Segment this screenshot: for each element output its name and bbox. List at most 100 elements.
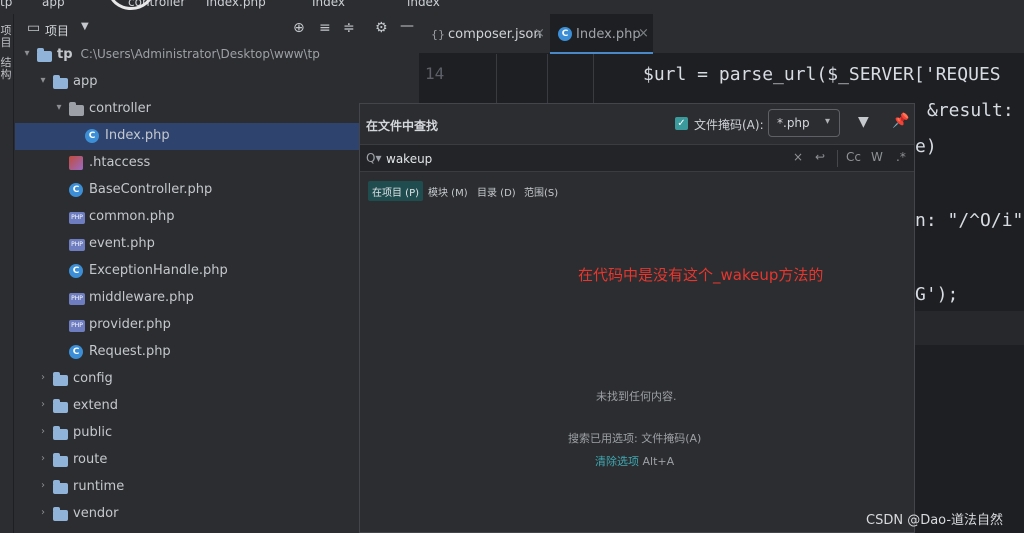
tree-item-name: app xyxy=(73,74,98,89)
expand-all-icon[interactable]: ≡ xyxy=(319,20,331,36)
file-mask-value: *.php xyxy=(777,116,810,130)
separator xyxy=(837,150,838,167)
code-fragment: n: "/^O/i", xyxy=(915,210,1024,231)
chevron-down-icon[interactable]: ▼ xyxy=(81,21,89,32)
breadcrumb-item[interactable]: index xyxy=(407,0,440,9)
tree-item-name: ExceptionHandle.php xyxy=(89,263,228,278)
tree-item-name: vendor xyxy=(73,506,119,521)
tree-item-name: extend xyxy=(73,398,119,413)
chevron-down-icon: ▾ xyxy=(825,116,831,127)
gear-icon[interactable]: ⚙ xyxy=(375,20,388,36)
project-path: C:\Users\Administrator\Desktop\www\tp xyxy=(80,47,320,61)
project-panel-icon: ▭ xyxy=(27,20,41,36)
folder-icon xyxy=(53,507,68,521)
chevron-icon[interactable]: › xyxy=(37,372,49,383)
search-field-row: Q▾ × ↩ Cc W .* xyxy=(360,144,914,172)
structure-tool-label[interactable]: 构 xyxy=(0,66,12,82)
code-fragment: G'); xyxy=(915,284,959,305)
clear-search-icon[interactable]: × xyxy=(793,150,803,164)
tree-item-name: common.php xyxy=(89,209,175,224)
folder-icon xyxy=(53,480,68,494)
current-line-highlight xyxy=(915,311,1024,345)
chevron-icon[interactable]: ▾ xyxy=(37,75,49,86)
chevron-icon[interactable]: › xyxy=(37,426,49,437)
folder-icon xyxy=(53,399,68,413)
filter-icon[interactable]: ▼ xyxy=(858,114,869,130)
tree-label: BaseController.php xyxy=(89,182,212,197)
file-mask-checkbox[interactable]: ✓ xyxy=(675,117,688,130)
hide-panel-icon[interactable]: — xyxy=(400,18,414,34)
chevron-icon[interactable]: › xyxy=(37,453,49,464)
tree-label: vendor xyxy=(73,506,118,521)
tree-row[interactable]: ▾ app xyxy=(15,69,419,96)
tree-item-name: Index.php xyxy=(105,128,170,143)
tab-close-icon[interactable]: × xyxy=(638,26,649,41)
project-panel-title[interactable]: 项目 xyxy=(45,22,69,39)
breadcrumb-item[interactable]: tp xyxy=(0,0,12,9)
tree-label: middleware.php xyxy=(89,290,194,305)
folder-icon xyxy=(37,48,52,62)
clear-options-link[interactable]: 清除选项 xyxy=(595,455,639,468)
breadcrumb-item[interactable]: Index xyxy=(312,0,345,9)
locate-file-icon[interactable]: ⊕ xyxy=(293,20,305,36)
tree-item-name: middleware.php xyxy=(89,290,194,305)
project-panel-header: ▭ 项目 ▼ ⊕ ≡ ≑ ⚙ — xyxy=(15,14,419,44)
breadcrumb: tp app controller Index.php Index index xyxy=(0,0,1024,14)
php-file-icon: PHP xyxy=(69,212,85,224)
tree-item-name: controller xyxy=(89,101,152,116)
regex-button[interactable]: .* xyxy=(896,150,906,164)
scope-tab-scope[interactable]: 范围(S) xyxy=(520,181,562,201)
pin-icon[interactable]: 📌 xyxy=(892,113,909,129)
tree-label: Index.php xyxy=(105,128,170,143)
tree-row[interactable]: ▾ tp C:\Users\Administrator\Desktop\www\tp xyxy=(15,42,419,69)
htaccess-file-icon xyxy=(69,156,83,170)
chevron-icon[interactable]: › xyxy=(37,480,49,491)
json-file-icon: {} xyxy=(431,28,445,41)
no-results-text: 未找到任何内容. xyxy=(596,390,677,403)
folder-icon xyxy=(53,426,68,440)
file-mask-label[interactable]: 文件掩码(A): xyxy=(694,116,764,133)
tree-item-name: event.php xyxy=(89,236,155,251)
search-icon[interactable]: Q▾ xyxy=(366,151,381,165)
code-fragment: e) xyxy=(915,136,937,157)
breadcrumb-item[interactable]: Index.php xyxy=(206,0,266,9)
tab-label: Index.php xyxy=(576,27,641,42)
tree-label: common.php xyxy=(89,209,175,224)
clear-options-shortcut: Alt+A xyxy=(642,455,675,468)
chevron-icon[interactable]: ▾ xyxy=(21,48,33,59)
search-input[interactable] xyxy=(386,149,726,169)
tree-label: config xyxy=(73,371,113,386)
newline-icon[interactable]: ↩ xyxy=(815,150,825,164)
chevron-icon[interactable]: ▾ xyxy=(53,102,65,113)
find-in-files-dialog: 在文件中查找 ✓ 文件掩码(A): *.php ▾ ▼ 📌 Q▾ × ↩ Cc … xyxy=(359,103,915,533)
line-number: 14 xyxy=(425,64,445,83)
tree-item-name: config xyxy=(73,371,113,386)
whole-words-button[interactable]: W xyxy=(871,150,883,164)
scope-tab-project[interactable]: 在项目 (P) xyxy=(368,181,424,201)
tab-composer-json[interactable]: {} composer.json × xyxy=(419,14,547,54)
tree-label: extend xyxy=(73,398,118,413)
project-tool-label[interactable]: 目 xyxy=(0,34,12,50)
chevron-icon[interactable]: › xyxy=(37,399,49,410)
annotation-text: 在代码中是没有这个_wakeup方法的 xyxy=(578,266,824,284)
scope-tab-module[interactable]: 模块 (M) xyxy=(424,181,472,201)
file-mask-select[interactable]: *.php ▾ xyxy=(768,109,840,137)
collapse-all-icon[interactable]: ≑ xyxy=(343,20,355,36)
scope-tab-directory[interactable]: 目录 (D) xyxy=(473,181,520,201)
tree-label: provider.php xyxy=(89,317,171,332)
tree-label: Request.php xyxy=(89,344,171,359)
chevron-icon[interactable]: › xyxy=(37,507,49,518)
php-class-icon: C xyxy=(69,264,83,278)
breadcrumb-item[interactable]: app xyxy=(42,0,65,9)
code-hint: &result: $q xyxy=(927,100,1024,121)
tree-label: ExceptionHandle.php xyxy=(89,263,228,278)
tree-item-name: .htaccess xyxy=(89,155,151,170)
tree-label: event.php xyxy=(89,236,155,251)
tool-window-strip: 项 目 结 构 xyxy=(0,14,14,533)
tab-index-php[interactable]: C Index.php × xyxy=(550,14,653,54)
tab-close-icon[interactable]: × xyxy=(534,26,545,41)
match-case-button[interactable]: Cc xyxy=(846,150,861,164)
tab-label: composer.json xyxy=(448,27,542,42)
code-line[interactable]: $url = parse_url($_SERVER['REQUES xyxy=(643,64,1001,85)
tree-label: tp C:\Users\Administrator\Desktop\www\tp xyxy=(57,47,320,62)
